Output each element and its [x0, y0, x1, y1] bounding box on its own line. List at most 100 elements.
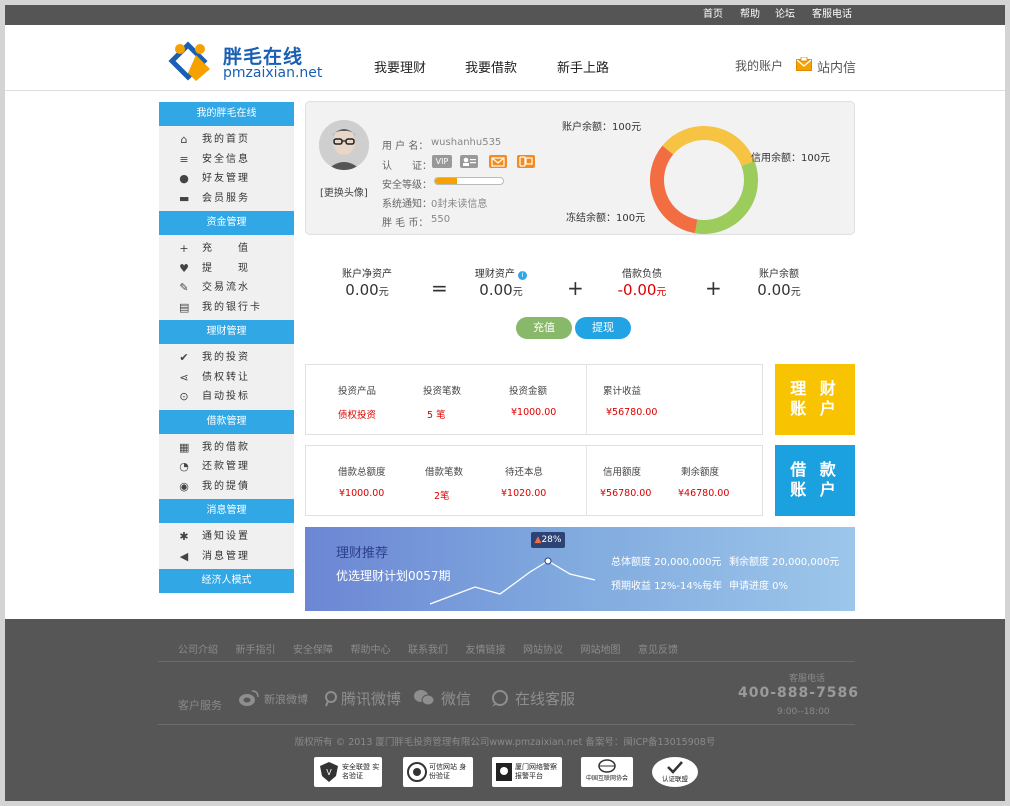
sidebar: 我的胖毛在线 ⌂ 我的首页 ≡ 安全信息 ● 好友管理 ▬ 会员服务 资金管理 + 充 值 ♥ 提 现 ✎ 交… — [159, 102, 294, 593]
col-header: 借款笔数 — [425, 467, 464, 478]
footer-link[interactable]: 网站协议 — [523, 641, 563, 656]
loan-account-tag[interactable]: 借 款 账 户 — [767, 445, 855, 516]
sidebar-item[interactable]: ✎ 交易流水 — [159, 278, 294, 298]
avatar-image — [319, 120, 369, 170]
recommendation-banner[interactable]: 理财推荐 优选理财计划0057期 ▲28% 总体额度 20,000,000元 剩… — [305, 527, 855, 611]
sidebar-section-header[interactable]: 借款管理 — [159, 409, 294, 434]
cert-badge-trusted-site[interactable]: 可信网站 身份验证 — [403, 757, 473, 787]
frozen-balance-arc — [650, 145, 698, 234]
invest-assets-label: 理财资产 i — [441, 265, 561, 280]
rate-badge: ▲28% — [531, 532, 565, 548]
sidebar-item-label: 债权转让 — [202, 371, 250, 383]
sidebar-item[interactable]: ▦ 我的借款 — [159, 438, 294, 458]
sidebar-item[interactable]: ⊙ 自动投标 — [159, 387, 294, 407]
col-header: 借款总额度 — [338, 467, 386, 478]
sidebar-item[interactable]: ▬ 会员服务 — [159, 189, 294, 209]
sidebar-item[interactable]: ◔ 还款管理 — [159, 457, 294, 477]
footer-link[interactable]: 公司介绍 — [178, 641, 218, 656]
gear-icon: ✱ — [179, 530, 191, 543]
sidebar-item[interactable]: ≡ 安全信息 — [159, 150, 294, 170]
invest-account-tag[interactable]: 理 财 账 户 — [767, 364, 855, 435]
site-messages-link[interactable]: 站内信 — [817, 57, 856, 76]
loan-debt-label: 借款负债 — [622, 269, 662, 280]
withdraw-button[interactable]: 提现 — [575, 317, 631, 339]
nav-invest[interactable]: 我要理财 — [374, 57, 426, 76]
info-icon[interactable]: i — [518, 271, 528, 280]
chat-bubble-icon[interactable] — [489, 689, 511, 707]
footer-link[interactable]: 安全保障 — [293, 641, 333, 656]
sidebar-item[interactable]: ⌂ 我的首页 — [159, 130, 294, 150]
clock-icon: ◔ — [179, 460, 191, 473]
online-service-link[interactable]: 在线客服 — [515, 688, 575, 709]
vip-badge[interactable]: VIP — [432, 155, 452, 168]
phone-verified-icon[interactable] — [517, 155, 535, 168]
sidebar-item-label: 充 值 — [202, 243, 250, 254]
police-badge-icon — [496, 763, 512, 781]
footer-link[interactable]: 意见反馈 — [638, 641, 678, 656]
balance-donut-chart — [650, 126, 758, 234]
shield-icon: V — [320, 762, 338, 782]
sidebar-section-header[interactable]: 消息管理 — [159, 499, 294, 523]
sidebar-section-header[interactable]: 理财管理 — [159, 320, 294, 344]
sidebar-item-label: 我的投资 — [202, 352, 250, 363]
notice-value[interactable]: 0封未读信息 — [431, 195, 487, 210]
wechat-icon[interactable] — [413, 689, 435, 707]
footer-link[interactable]: 帮助中心 — [351, 641, 391, 656]
sina-weibo-link[interactable]: 新浪微博 — [264, 691, 308, 707]
sidebar-section-header[interactable]: 我的胖毛在线 — [159, 102, 294, 126]
topbar-home-link[interactable]: 首页 — [703, 5, 723, 25]
email-verified-icon[interactable] — [489, 155, 507, 168]
nav-borrow[interactable]: 我要借款 — [465, 57, 517, 76]
avatar[interactable] — [319, 120, 369, 170]
invest-product-value[interactable]: 债权投资 — [338, 407, 376, 421]
sidebar-item[interactable]: ◉ 我的提債 — [159, 477, 294, 497]
sidebar-item[interactable]: ♥ 提 现 — [159, 259, 294, 279]
loan-total-value: ¥1000.00 — [339, 488, 385, 499]
account-balance-eq-value: 0.00元 — [757, 281, 801, 299]
cert-badge-security-alliance[interactable]: V 安全联盟 实名验证 — [314, 757, 382, 787]
wechat-link[interactable]: 微信 — [441, 688, 471, 709]
divider — [158, 724, 855, 725]
envelope-icon[interactable] — [796, 57, 812, 71]
col-header: 累计收益 — [603, 386, 642, 397]
footer-link[interactable]: 友情链接 — [466, 641, 506, 656]
logo-url: pmzaixian.net — [223, 65, 323, 81]
heart-icon: ♥ — [179, 261, 191, 275]
share-icon: ⋖ — [179, 370, 191, 384]
sidebar-item[interactable]: ● 好友管理 — [159, 169, 294, 189]
sidebar-section-header[interactable]: 经济人模式 — [159, 569, 294, 593]
my-account-link[interactable]: 我的账户 — [735, 57, 783, 74]
sidebar-section-header[interactable]: 资金管理 — [159, 211, 294, 235]
net-assets-label: 账户净资产 — [342, 269, 392, 280]
id-card-icon[interactable] — [460, 155, 478, 168]
topbar-hotline-link[interactable]: 客服电话 — [812, 5, 852, 25]
weibo-icon[interactable] — [238, 689, 260, 707]
sidebar-item[interactable]: ◀ 消息管理 — [159, 547, 294, 567]
tencent-weibo-link[interactable]: 腾讯微博 — [341, 688, 401, 709]
sidebar-item[interactable]: + 充 值 — [159, 239, 294, 259]
change-avatar-link[interactable]: [更换头像] — [320, 184, 368, 199]
cert-badge-verification[interactable]: 认证联盟 — [652, 757, 698, 787]
topbar-forum-link[interactable]: 论坛 — [775, 5, 795, 25]
recharge-button[interactable]: 充值 — [516, 317, 572, 339]
footer-link[interactable]: 网站地图 — [581, 641, 621, 656]
sidebar-list: ✱ 通知设置 ◀ 消息管理 — [159, 523, 294, 569]
security-level-bar — [434, 177, 504, 185]
calendar-icon: ▦ — [179, 440, 192, 454]
account-balance-eq-label: 账户余额 — [759, 269, 799, 280]
topbar-help-link[interactable]: 帮助 — [740, 5, 760, 25]
sidebar-item[interactable]: ⋖ 债权转让 — [159, 368, 294, 388]
invest-assets-value: 0.00元 — [479, 281, 523, 299]
sidebar-item[interactable]: ▤ 我的银行卡 — [159, 298, 294, 318]
sidebar-item-label: 我的提債 — [202, 480, 250, 492]
tag-line: 账 户 — [790, 480, 840, 499]
cert-badge-police[interactable]: 厦门网络警察报警平台 — [492, 757, 562, 787]
cert-badge-isc[interactable]: 中国互联网协会 — [581, 757, 633, 787]
sidebar-item-label: 会员服务 — [202, 192, 250, 204]
sidebar-item-label: 消息管理 — [202, 550, 250, 562]
sidebar-item[interactable]: ✱ 通知设置 — [159, 527, 294, 547]
footer-link[interactable]: 新手指引 — [236, 641, 276, 656]
footer-link[interactable]: 联系我们 — [408, 641, 448, 656]
sidebar-item[interactable]: ✔ 我的投资 — [159, 348, 294, 368]
nav-newbie[interactable]: 新手上路 — [557, 57, 609, 76]
